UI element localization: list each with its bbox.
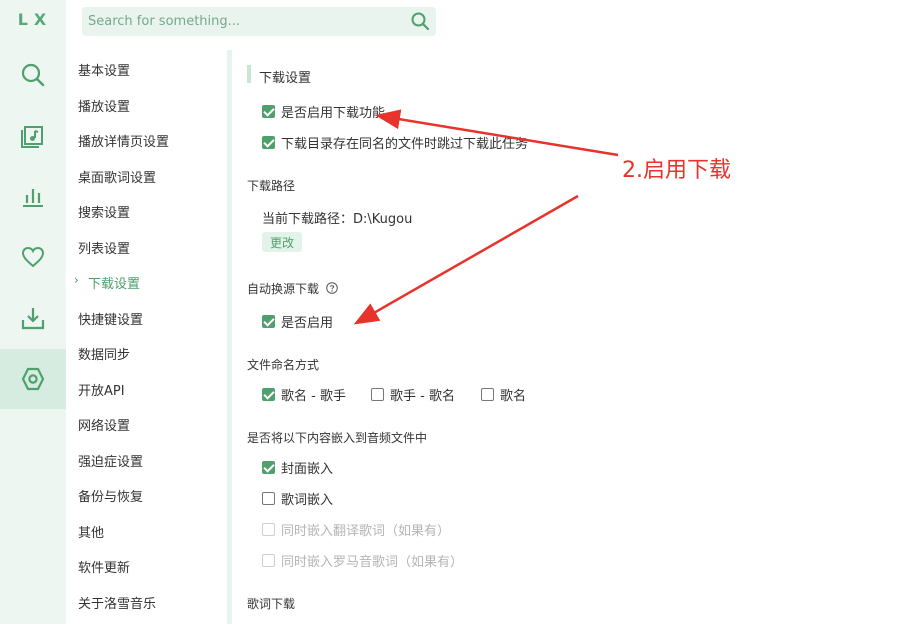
- search-input[interactable]: [82, 7, 402, 36]
- nav-item-backup[interactable]: 备份与恢复: [78, 486, 143, 506]
- search-icon[interactable]: [410, 11, 430, 31]
- section-title-naming: 文件命名方式: [247, 358, 320, 372]
- heart-icon: [21, 246, 45, 268]
- section-marker: [247, 65, 251, 83]
- section-title-download: 下载设置: [259, 71, 312, 86]
- section-title-path: 下载路径: [247, 179, 296, 193]
- nav-item-play-detail[interactable]: 播放详情页设置: [78, 131, 169, 151]
- settings-nav: 基本设置 播放设置 播放详情页设置 桌面歌词设置 搜索设置 列表设置 › 下载设…: [66, 50, 226, 624]
- nav-item-playback[interactable]: 播放设置: [78, 96, 130, 116]
- checkbox-box: [262, 522, 275, 536]
- nav-item-update[interactable]: 软件更新: [78, 557, 130, 577]
- section-title-lyrics-download: 歌词下载: [247, 597, 296, 611]
- app-logo: LX: [17, 10, 53, 29]
- rail-library-button[interactable]: [0, 105, 66, 165]
- section-title-embed: 是否将以下内容嵌入到音频文件中: [247, 431, 428, 445]
- chart-icon: [23, 189, 43, 207]
- skip-existing-checkbox[interactable]: 下载目录存在同名的文件时跳过下载此任务: [262, 133, 529, 152]
- settings-icon: [21, 367, 45, 391]
- nav-item-ocd[interactable]: 强迫症设置: [78, 451, 143, 471]
- checkbox-box: [262, 553, 275, 567]
- checkbox-label: 歌手 - 歌名: [390, 388, 455, 404]
- embed-lyrics-checkbox[interactable]: 歌词嵌入: [262, 489, 334, 508]
- nav-item-hotkeys[interactable]: 快捷键设置: [78, 309, 143, 329]
- music-library-icon: [21, 126, 43, 148]
- annotation-label: 2.启用下载: [622, 158, 731, 183]
- checkbox-box: [371, 387, 384, 401]
- checkbox-label: 同时嵌入罗马音歌词（如果有）: [281, 554, 464, 570]
- app-window: LX 基本设置 播放设置 播放详情页设置 桌面歌词设置 搜索设置 列表设置: [0, 0, 918, 624]
- rail-favorites-button[interactable]: [0, 227, 66, 287]
- rail-settings-button[interactable]: [0, 349, 66, 409]
- current-path-text: 当前下载路径：D:\Kugou: [262, 212, 413, 227]
- embed-romaji-checkbox: 同时嵌入罗马音歌词（如果有）: [262, 551, 464, 570]
- checkbox-label: 是否启用下载功能: [281, 105, 386, 121]
- checkbox-box: [262, 314, 275, 328]
- nav-item-network[interactable]: 网络设置: [78, 415, 130, 435]
- enable-download-checkbox[interactable]: 是否启用下载功能: [262, 102, 386, 121]
- checkbox-box: [262, 491, 275, 505]
- nav-item-label: 下载设置: [88, 277, 141, 292]
- nav-item-about[interactable]: 关于洛雪音乐: [78, 593, 156, 613]
- section-title-auto-switch: 自动换源下载: [247, 282, 320, 296]
- search-icon: [21, 63, 45, 87]
- naming-option-artist-song[interactable]: 歌手 - 歌名: [371, 385, 455, 404]
- embed-cover-checkbox[interactable]: 封面嵌入: [262, 458, 334, 477]
- checkbox-box: [481, 387, 494, 401]
- left-rail: LX: [0, 0, 66, 624]
- nav-item-desktop-lyrics[interactable]: 桌面歌词设置: [78, 167, 156, 187]
- nav-item-basic[interactable]: 基本设置: [78, 60, 130, 80]
- nav-item-list[interactable]: 列表设置: [78, 238, 130, 258]
- auto-switch-enable-checkbox[interactable]: 是否启用: [262, 312, 334, 331]
- checkbox-label: 封面嵌入: [281, 461, 334, 477]
- checkbox-label: 歌词嵌入: [281, 492, 334, 508]
- nav-item-sync[interactable]: 数据同步: [78, 344, 130, 364]
- checkbox-box: [262, 135, 275, 149]
- download-icon: [21, 308, 45, 330]
- checkbox-box: [262, 104, 275, 118]
- chevron-right-icon: ›: [74, 273, 79, 287]
- rail-chart-button[interactable]: [0, 166, 66, 226]
- help-icon[interactable]: [326, 282, 338, 294]
- naming-option-song[interactable]: 歌名: [481, 385, 527, 404]
- nav-item-search[interactable]: 搜索设置: [78, 202, 130, 222]
- checkbox-label: 下载目录存在同名的文件时跳过下载此任务: [281, 136, 529, 152]
- nav-item-other[interactable]: 其他: [78, 522, 104, 542]
- rail-download-button[interactable]: [0, 288, 66, 348]
- naming-option-song-artist[interactable]: 歌名 - 歌手: [262, 385, 346, 404]
- rail-search-button[interactable]: [0, 45, 66, 105]
- checkbox-box: [262, 460, 275, 474]
- checkbox-box: [262, 387, 275, 401]
- settings-content: 下载设置 是否启用下载功能 下载目录存在同名的文件时跳过下载此任务 下载路径 当…: [232, 50, 918, 624]
- embed-translated-checkbox: 同时嵌入翻译歌词（如果有）: [262, 520, 451, 539]
- checkbox-label: 是否启用: [281, 315, 334, 331]
- nav-item-open-api[interactable]: 开放API: [78, 380, 125, 400]
- search-bar: [82, 7, 436, 36]
- nav-item-download[interactable]: › 下载设置: [74, 273, 141, 293]
- checkbox-label: 歌名: [500, 388, 527, 404]
- change-path-button[interactable]: 更改: [262, 232, 302, 252]
- checkbox-label: 同时嵌入翻译歌词（如果有）: [281, 523, 451, 539]
- checkbox-label: 歌名 - 歌手: [281, 388, 346, 404]
